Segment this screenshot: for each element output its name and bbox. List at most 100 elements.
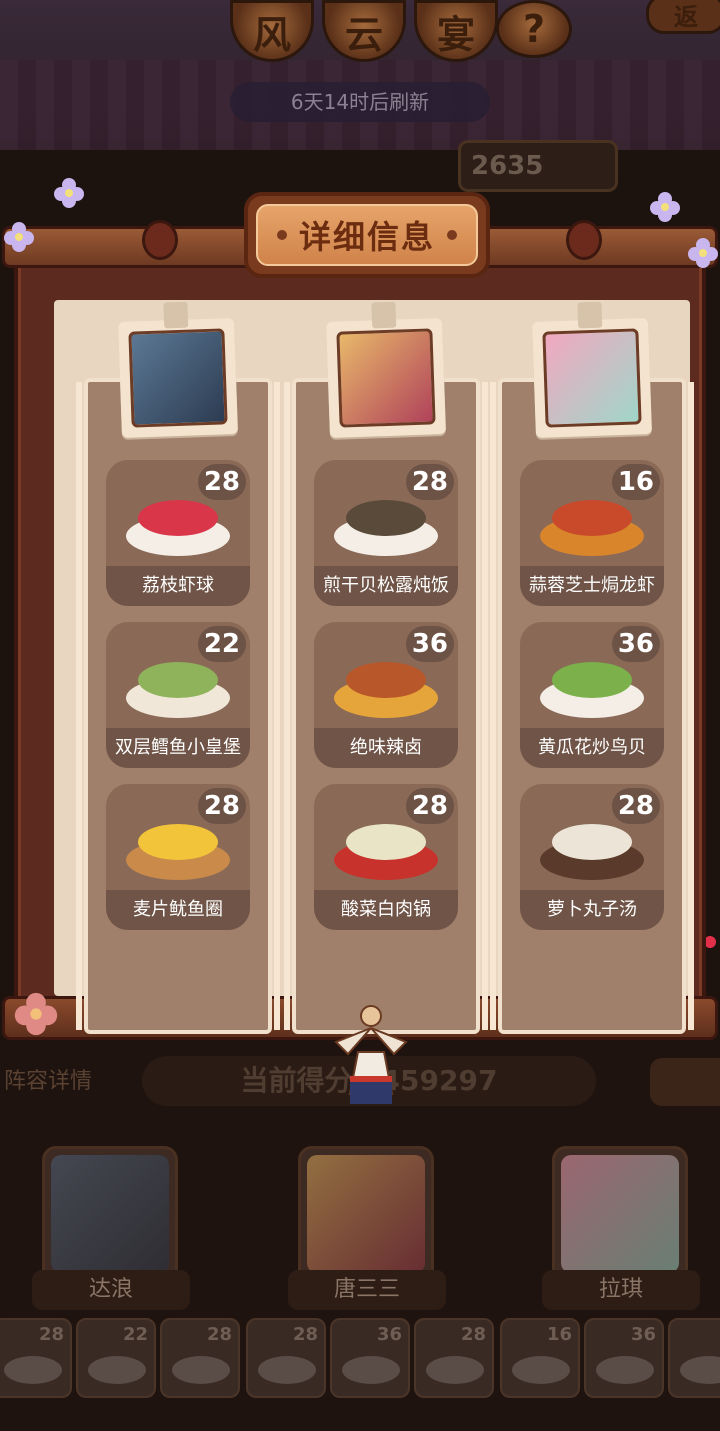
strip-dish[interactable] [668, 1318, 720, 1398]
refresh-timer: 6天14时后刷新 [230, 82, 490, 122]
chef-avatar [542, 328, 642, 428]
strip-dish[interactable]: 36 [584, 1318, 664, 1398]
dish-name: 蒜蓉芝士焗龙虾 [520, 566, 664, 606]
strip-dish[interactable]: 16 [500, 1318, 580, 1398]
chef-portrait [307, 1155, 425, 1273]
dish-count: 28 [405, 788, 454, 824]
dish-count: 36 [405, 626, 454, 662]
strip-dish-plate [426, 1356, 484, 1384]
dish-card[interactable]: 28 麦片鱿鱼圈 [106, 784, 250, 930]
chef-column-2: 28 煎干贝松露炖饭 36 绝味辣卤 28 酸菜白肉锅 [284, 301, 488, 1034]
detail-panel: 28 荔枝虾球 22 双层鳕鱼小皇堡 28 麦片鱿鱼圈 28 煎干贝松露炖饭 3… [54, 300, 694, 1034]
tassel-ornament-icon [334, 1005, 408, 1104]
title-char-text: 云 [344, 12, 383, 57]
chef-name-1: 达浪 [32, 1270, 190, 1310]
dish-count: 16 [611, 464, 660, 500]
dot-icon [447, 230, 457, 240]
strip-dish[interactable]: 36 [330, 1318, 410, 1398]
modal-title-plate: 详细信息 [244, 192, 490, 278]
dish-card[interactable]: 22 双层鳕鱼小皇堡 [106, 622, 250, 768]
strip-dish-plate [596, 1356, 654, 1384]
strip-dish-plate [342, 1356, 400, 1384]
dish-name: 萝卜丸子汤 [520, 890, 664, 930]
flower-icon [54, 178, 84, 208]
dish-card[interactable]: 28 煎干贝松露炖饭 [314, 460, 458, 606]
help-button[interactable]: ? [496, 0, 572, 58]
strip-dish[interactable]: 28 [160, 1318, 240, 1398]
strip-dish[interactable]: 28 [414, 1318, 494, 1398]
dish-name: 绝味辣卤 [314, 728, 458, 768]
column-rail [274, 382, 280, 1030]
dish-name: 酸菜白肉锅 [314, 890, 458, 930]
chef-portrait [51, 1155, 169, 1273]
rope-knot-icon [142, 220, 178, 260]
dish-name: 荔枝虾球 [106, 566, 250, 606]
strip-dish-plate [680, 1356, 720, 1384]
detail-modal: 28 荔枝虾球 22 双层鳕鱼小皇堡 28 麦片鱿鱼圈 28 煎干贝松露炖饭 3… [2, 192, 718, 1046]
flower-icon [14, 992, 58, 1036]
strip-dish-plate [88, 1356, 146, 1384]
dish-card[interactable]: 16 蒜蓉芝士焗龙虾 [520, 460, 664, 606]
dish-name: 双层鳕鱼小皇堡 [106, 728, 250, 768]
pin-icon [371, 301, 397, 329]
strip-dish[interactable]: 28 [0, 1318, 72, 1398]
help-icon: ? [522, 7, 546, 51]
chef-avatar-frame[interactable] [532, 301, 652, 438]
dish-count: 28 [197, 788, 246, 824]
lineup-detail-tab[interactable]: 阵容详情 [0, 1062, 110, 1102]
dish-count: 22 [197, 626, 246, 662]
flower-icon [4, 222, 34, 252]
pin-icon [577, 301, 603, 329]
dot-icon [276, 230, 287, 240]
dish-count: 36 [611, 626, 660, 662]
side-button[interactable] [650, 1058, 720, 1106]
strip-dish-plate [258, 1356, 316, 1384]
chef-avatar [336, 328, 436, 428]
modal-title-inner: 详细信息 [256, 204, 478, 266]
dish-card[interactable]: 36 绝味辣卤 [314, 622, 458, 768]
chef-avatar-frame[interactable] [118, 301, 238, 438]
column-rail [284, 382, 290, 1030]
dish-count: 28 [405, 464, 454, 500]
flower-icon [688, 238, 718, 268]
strip-dish-count: 28 [206, 1324, 232, 1345]
strip-dish-count: 28 [38, 1324, 64, 1345]
return-button-label: 返 [674, 3, 698, 31]
dish-count: 28 [197, 464, 246, 500]
chef-name-2: 唐三三 [288, 1270, 446, 1310]
dish-card[interactable]: 28 萝卜丸子汤 [520, 784, 664, 930]
strip-dish-plate [172, 1356, 230, 1384]
strip-dish-count: 28 [292, 1324, 318, 1345]
dish-count: 28 [611, 788, 660, 824]
return-button[interactable]: 返 [646, 0, 720, 34]
dish-card[interactable]: 28 荔枝虾球 [106, 460, 250, 606]
score-chip: 2635 [458, 140, 618, 192]
chef-column-1: 28 荔枝虾球 22 双层鳕鱼小皇堡 28 麦片鱿鱼圈 [76, 301, 280, 1034]
dish-card[interactable]: 36 黄瓜花炒鸟贝 [520, 622, 664, 768]
strip-dish-count: 36 [630, 1324, 656, 1345]
flower-icon [650, 192, 680, 222]
chef-avatar-frame[interactable] [326, 301, 446, 438]
strip-dish[interactable]: 22 [76, 1318, 156, 1398]
strip-dish-count: 22 [122, 1324, 148, 1345]
column-rail [688, 382, 694, 1030]
chef-column-3: 16 蒜蓉芝士焗龙虾 36 黄瓜花炒鸟贝 28 萝卜丸子汤 [490, 301, 694, 1034]
column-rail [490, 382, 496, 1030]
column-rail [482, 382, 488, 1030]
dish-name: 煎干贝松露炖饭 [314, 566, 458, 606]
title-char-text: 风 [252, 12, 291, 57]
strip-dish-count: 36 [376, 1324, 402, 1345]
title-char-text: 宴 [436, 12, 475, 57]
strip-dish-plate [4, 1356, 62, 1384]
strip-dish-count: 16 [546, 1324, 572, 1345]
strip-dish[interactable]: 28 [246, 1318, 326, 1398]
dish-card[interactable]: 28 酸菜白肉锅 [314, 784, 458, 930]
strip-dish-plate [512, 1356, 570, 1384]
column-rail [76, 382, 82, 1030]
dish-name: 麦片鱿鱼圈 [106, 890, 250, 930]
pin-icon [163, 301, 189, 329]
chef-avatar [128, 328, 228, 428]
dish-name: 黄瓜花炒鸟贝 [520, 728, 664, 768]
chef-name-3: 拉琪 [542, 1270, 700, 1310]
rope-knot-icon [566, 220, 602, 260]
